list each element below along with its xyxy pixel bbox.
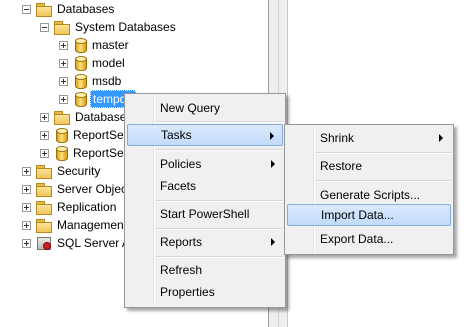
database-icon <box>56 145 68 161</box>
tree-label: Security <box>57 164 101 178</box>
tree-label: msdb <box>92 74 122 88</box>
folder-icon <box>36 218 52 233</box>
expand-icon[interactable] <box>59 40 68 50</box>
menu-item-label: Facets <box>160 179 197 193</box>
menu-item-label: Restore <box>320 159 363 173</box>
menu-separator <box>155 228 283 230</box>
menu-item-shrink[interactable]: Shrink <box>287 127 451 149</box>
expand-icon[interactable] <box>59 58 68 68</box>
menu-item-label: New Query <box>160 101 221 115</box>
menu-separator <box>315 180 451 182</box>
tree-node-server-objects[interactable]: Server Objec <box>22 180 129 198</box>
menu-item-properties[interactable]: Properties <box>127 281 283 303</box>
menu-item-reports[interactable]: Reports <box>127 231 283 253</box>
menu-separator <box>155 200 283 202</box>
tree-node-model[interactable]: model <box>59 54 127 72</box>
tree-node-sql-server-agent[interactable]: SQL Server A <box>22 234 132 252</box>
menu-item-facets[interactable]: Facets <box>127 175 283 197</box>
menu-item-policies[interactable]: Policies <box>127 153 283 175</box>
menu-item-label: Generate Scripts... <box>320 188 421 202</box>
menu-separator <box>315 152 451 154</box>
tree-node-databases[interactable]: Databases <box>22 0 116 18</box>
menu-item-tasks[interactable]: Tasks <box>127 124 283 146</box>
tree-node-database-snapshots[interactable]: Databases <box>40 108 134 126</box>
folder-icon <box>54 110 70 125</box>
submenu-arrow-icon <box>271 238 275 246</box>
tree-node-report-server-temp[interactable]: ReportSe <box>40 144 126 162</box>
submenu-arrow-icon <box>270 132 274 140</box>
menu-item-import-data[interactable]: Import Data... <box>287 204 451 226</box>
menu-item-start-powershell[interactable]: Start PowerShell <box>127 203 283 225</box>
collapse-icon[interactable] <box>22 4 31 14</box>
folder-icon <box>36 2 52 17</box>
folder-icon <box>36 164 52 179</box>
collapse-icon[interactable] <box>40 22 49 32</box>
database-icon <box>75 91 87 107</box>
folder-icon <box>54 20 70 35</box>
menu-item-label: Refresh <box>160 263 203 277</box>
database-icon <box>75 37 87 53</box>
expand-icon[interactable] <box>40 112 49 122</box>
menu-item-label: Export Data... <box>320 232 394 246</box>
menu-item-label: Properties <box>160 285 215 299</box>
folder-icon <box>36 200 52 215</box>
expand-icon[interactable] <box>22 166 31 176</box>
menu-separator <box>155 121 283 123</box>
menu-item-label: Tasks <box>161 128 192 142</box>
menu-item-label: Import Data... <box>321 208 394 222</box>
menu-separator <box>155 256 283 258</box>
tree-node-management[interactable]: Managemen <box>22 216 126 234</box>
expand-icon[interactable] <box>40 148 49 158</box>
menu-item-label: Policies <box>160 157 202 171</box>
menu-item-label: Start PowerShell <box>160 207 250 221</box>
menu-item-export-data[interactable]: Export Data... <box>287 228 451 250</box>
tree-node-msdb[interactable]: msdb <box>59 72 123 90</box>
menu-item-label: Shrink <box>320 131 355 145</box>
context-menu: New Query Tasks Policies Facets Start Po… <box>124 93 286 308</box>
expand-icon[interactable] <box>22 184 31 194</box>
object-explorer: Databases System Databases master model … <box>0 0 470 327</box>
expand-icon[interactable] <box>22 202 31 212</box>
database-icon <box>75 55 87 71</box>
tree-label: Server Objec <box>57 182 128 196</box>
menu-item-new-query[interactable]: New Query <box>127 97 283 119</box>
expand-icon[interactable] <box>40 130 49 140</box>
tree-node-master[interactable]: master <box>59 36 131 54</box>
database-icon <box>56 127 68 143</box>
submenu-arrow-icon <box>439 134 443 142</box>
tasks-submenu: Shrink Restore Generate Scripts... Impor… <box>284 124 454 255</box>
tree-label: Replication <box>57 200 117 214</box>
tree-node-system-databases[interactable]: System Databases <box>40 18 178 36</box>
menu-separator <box>155 149 283 151</box>
tree-label: System Databases <box>75 20 176 34</box>
database-icon <box>75 73 87 89</box>
tree-node-report-server[interactable]: ReportSe <box>40 126 126 144</box>
menu-item-refresh[interactable]: Refresh <box>127 259 283 281</box>
tree-node-security[interactable]: Security <box>22 162 102 180</box>
expand-icon[interactable] <box>59 76 68 86</box>
tree-label: master <box>92 38 129 52</box>
agent-stopped-icon <box>36 236 52 250</box>
tree-label: Databases <box>57 2 115 16</box>
submenu-arrow-icon <box>271 160 275 168</box>
tree-label: ReportSe <box>73 128 124 142</box>
tree-label: model <box>92 56 125 70</box>
menu-item-restore[interactable]: Restore <box>287 155 451 177</box>
expand-icon[interactable] <box>59 94 68 104</box>
tree-label: ReportSe <box>73 146 124 160</box>
menu-item-label: Reports <box>160 235 203 249</box>
tree-label: Managemen <box>57 218 124 232</box>
expand-icon[interactable] <box>22 220 31 230</box>
tree-label: SQL Server A <box>57 236 130 250</box>
expand-icon[interactable] <box>22 238 31 248</box>
menu-item-generate-scripts[interactable]: Generate Scripts... <box>287 184 451 206</box>
tree-node-replication[interactable]: Replication <box>22 198 118 216</box>
folder-icon <box>36 182 52 197</box>
